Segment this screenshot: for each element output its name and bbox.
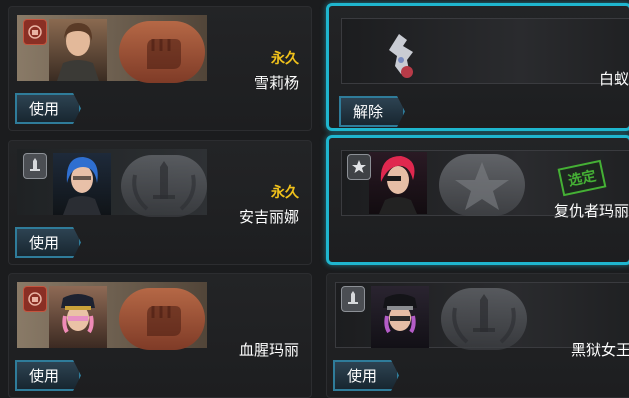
sword-emblem-icon xyxy=(23,153,47,179)
fist-emblem-icon xyxy=(23,286,47,312)
character-card[interactable]: 永久 雪莉杨 使用 xyxy=(8,6,312,131)
sword-icon xyxy=(132,161,196,211)
character-name: 白蚁 xyxy=(598,70,629,88)
sword-badge-background xyxy=(441,288,527,350)
use-button[interactable]: 使用 xyxy=(333,360,399,391)
character-card[interactable]: 黑狱女王 使用 xyxy=(326,273,629,398)
use-button[interactable]: 使用 xyxy=(15,93,81,124)
fist-emblem-icon xyxy=(23,19,47,45)
character-name: 复仇者玛丽 xyxy=(553,202,629,220)
character-portrait xyxy=(49,286,107,348)
character-card-selected[interactable]: 选定 复仇者玛丽 xyxy=(326,135,629,265)
character-portrait xyxy=(371,286,429,348)
star-icon xyxy=(455,162,509,210)
star-badge-background xyxy=(439,154,525,216)
fist-icon xyxy=(147,39,181,69)
use-button[interactable]: 使用 xyxy=(15,227,81,258)
star-emblem-icon xyxy=(347,154,371,180)
character-portrait xyxy=(49,19,107,81)
sword-emblem-icon xyxy=(341,286,365,312)
pet-portrait xyxy=(379,26,429,88)
fist-icon xyxy=(147,306,181,336)
sword-badge-background xyxy=(121,155,207,217)
character-card-selected[interactable]: 白蚁 解除 xyxy=(326,3,629,131)
fist-badge-background xyxy=(119,288,205,350)
character-card[interactable]: 血腥玛丽 使用 xyxy=(8,273,312,398)
character-name: 黑狱女王 xyxy=(570,341,629,359)
character-portrait xyxy=(369,152,427,214)
duration-label: 永久 xyxy=(271,185,299,201)
character-card[interactable]: 永久 安吉丽娜 使用 xyxy=(8,140,312,265)
character-name: 安吉丽娜 xyxy=(238,208,299,226)
character-portrait xyxy=(53,153,111,215)
remove-button[interactable]: 解除 xyxy=(339,96,405,127)
character-name: 血腥玛丽 xyxy=(238,341,299,359)
use-button[interactable]: 使用 xyxy=(15,360,81,391)
sword-icon xyxy=(452,294,516,344)
fist-badge-background xyxy=(119,21,205,83)
character-name: 雪莉杨 xyxy=(253,74,299,92)
duration-label: 永久 xyxy=(271,51,299,67)
